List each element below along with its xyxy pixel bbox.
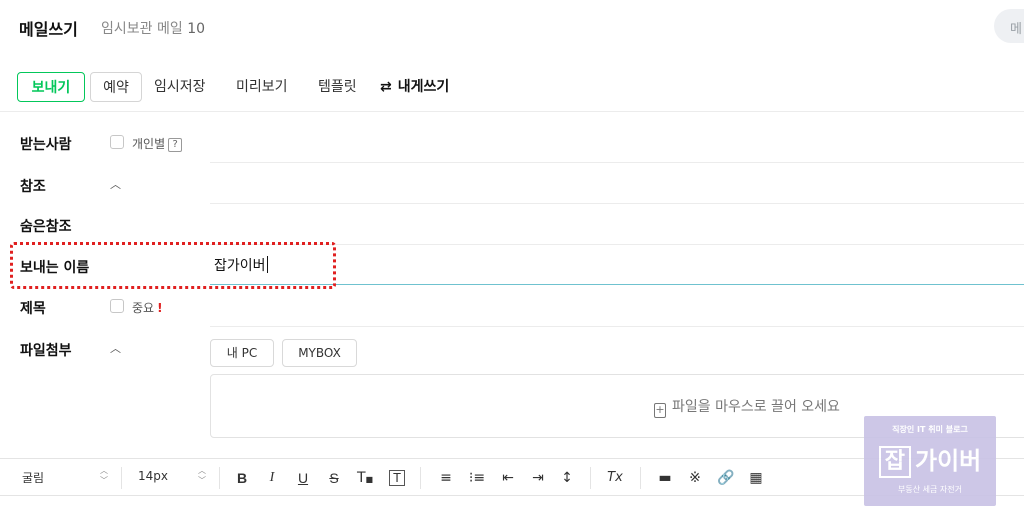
- table-icon[interactable]: ▦: [746, 468, 766, 488]
- outdent-icon[interactable]: ⇤: [498, 468, 518, 488]
- drop-hint: + 파일을 마우스로 끌어 오세요: [654, 396, 840, 418]
- font-size-select[interactable]: 14px: [138, 469, 168, 483]
- important-option: 중요!: [132, 299, 163, 316]
- toolbar-divider: [420, 467, 421, 489]
- attach-collapse-chevron-up-icon[interactable]: ︿: [110, 340, 121, 356]
- reserve-button[interactable]: 예약: [90, 72, 142, 102]
- important-checkbox[interactable]: [110, 299, 124, 313]
- underline-button[interactable]: U: [293, 468, 313, 488]
- link-icon[interactable]: 🔗: [716, 468, 736, 488]
- font-family-spinner-icon[interactable]: ︿ ﹀: [100, 466, 108, 486]
- font-size-spinner-icon[interactable]: ︿ ﹀: [198, 466, 206, 486]
- toolbar-divider: [590, 467, 591, 489]
- watermark-main: 잡 가이버: [864, 441, 996, 478]
- toolbar-divider: [640, 467, 641, 489]
- bullet-list-icon[interactable]: ⁝≡: [467, 468, 487, 488]
- cc-label: 참조: [20, 179, 46, 195]
- save-draft-button[interactable]: 임시저장: [154, 72, 206, 102]
- write-to-self-button[interactable]: ⇄ 내게쓰기: [380, 72, 449, 102]
- page-title: 메일쓰기: [19, 20, 78, 39]
- special-char-icon[interactable]: ※: [685, 468, 705, 488]
- blog-watermark-logo: 직장인 IT 취미 블로그 잡 가이버 부동산 세금 자전거: [864, 416, 996, 506]
- mail-header: 메일쓰기 임시보관 메일 10 메: [0, 0, 1024, 54]
- draft-mail-link[interactable]: 임시보관 메일 10: [101, 18, 205, 38]
- align-left-icon[interactable]: ≡: [436, 468, 456, 488]
- cc-field-underline[interactable]: [210, 203, 1024, 204]
- text-background-icon[interactable]: T: [389, 470, 405, 486]
- font-family-select[interactable]: 굴림: [22, 469, 44, 486]
- recipient-field-underline[interactable]: [210, 162, 1024, 163]
- individual-checkbox[interactable]: [110, 135, 124, 149]
- preview-button[interactable]: 미리보기: [236, 72, 288, 102]
- individual-option: 개인별?: [132, 135, 183, 152]
- attach-my-pc-button[interactable]: 내 PC: [210, 339, 274, 367]
- toolbar-divider: [121, 467, 122, 489]
- important-mark: !: [157, 301, 163, 315]
- individual-label: 개인별: [132, 137, 166, 151]
- attach-label: 파일첨부: [20, 343, 72, 359]
- subject-label: 제목: [20, 301, 46, 317]
- help-icon[interactable]: ?: [168, 138, 183, 152]
- line-height-icon[interactable]: ↕: [557, 468, 577, 488]
- watermark-main-text: 가이버: [915, 447, 982, 475]
- recipient-label: 받는사람: [20, 137, 72, 153]
- send-button[interactable]: 보내기: [17, 72, 85, 102]
- header-right-button[interactable]: 메: [994, 9, 1024, 43]
- bcc-label: 숨은참조: [20, 219, 72, 235]
- bold-button[interactable]: B: [232, 468, 252, 488]
- cc-collapse-chevron-up-icon[interactable]: ︿: [110, 176, 121, 192]
- draft-mail-count: 10: [187, 21, 206, 37]
- compose-toolbar: 보내기 예약 임시저장 미리보기 템플릿 ⇄ 내게쓰기: [0, 62, 1024, 112]
- drop-hint-text: 파일을 마우스로 끌어 오세요: [672, 399, 840, 415]
- important-label: 중요: [132, 301, 155, 315]
- clear-format-button[interactable]: Tx: [605, 468, 625, 488]
- watermark-top-text: 직장인 IT 취미 블로그: [892, 425, 968, 434]
- template-button[interactable]: 템플릿: [318, 72, 357, 102]
- strikethrough-button[interactable]: S: [324, 468, 344, 488]
- italic-button[interactable]: I: [262, 468, 282, 488]
- toolbar-divider: [219, 467, 220, 489]
- horizontal-rule-icon[interactable]: ▬: [655, 468, 675, 488]
- draft-mail-label: 임시보관 메일: [101, 21, 183, 37]
- indent-icon[interactable]: ⇥: [528, 468, 548, 488]
- text-color-icon[interactable]: T■: [355, 468, 375, 488]
- file-add-icon: +: [654, 403, 666, 418]
- write-to-self-label: 내게쓰기: [397, 79, 450, 95]
- watermark-bottom-text: 부동산 세금 자전거: [898, 485, 962, 494]
- red-dotted-highlight-box: [10, 242, 336, 289]
- swap-arrows-icon: ⇄: [380, 79, 392, 95]
- attach-mybox-button[interactable]: MYBOX: [282, 339, 357, 367]
- watermark-badge: 잡: [878, 446, 911, 478]
- subject-field-underline[interactable]: [210, 326, 1024, 327]
